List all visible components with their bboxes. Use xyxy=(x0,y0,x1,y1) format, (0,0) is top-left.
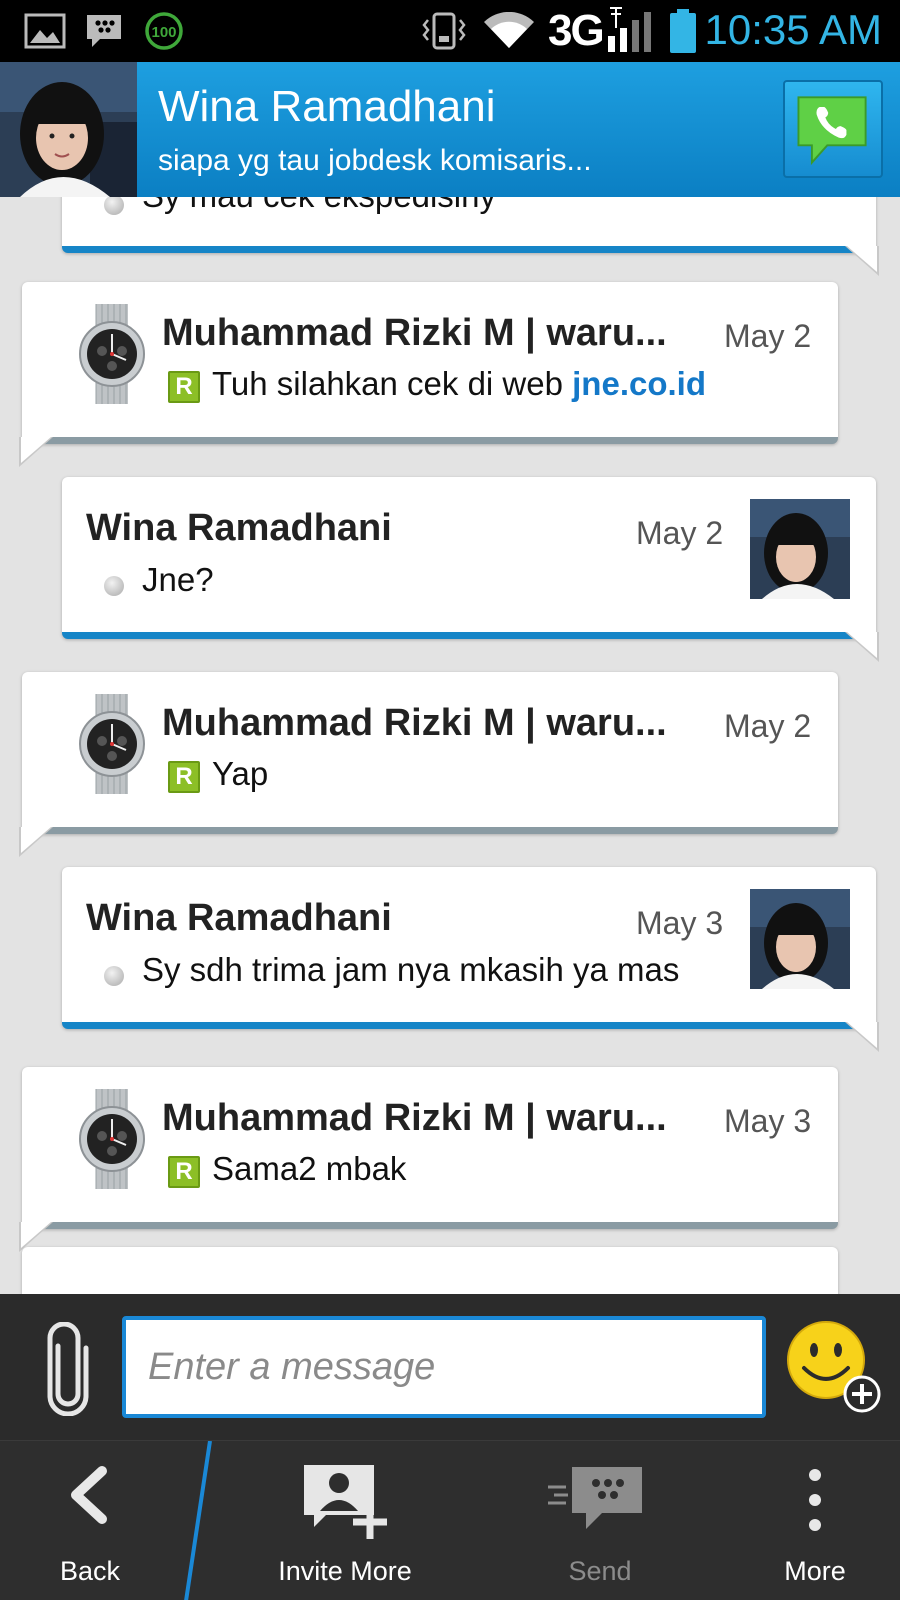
message-bubble[interactable]: Muhammad Rizki M | waru... May 2 R Tuh s… xyxy=(19,282,838,467)
sender-name: Wina Ramadhani xyxy=(86,897,392,939)
bbm-icon xyxy=(87,15,121,47)
message-input[interactable] xyxy=(122,1316,766,1418)
read-status-icon: R xyxy=(168,1156,200,1188)
read-status-icon: R xyxy=(168,371,200,403)
sender-avatar-watch xyxy=(79,304,145,404)
delivered-indicator-icon xyxy=(104,197,124,215)
message-text: Yap xyxy=(212,755,269,792)
battery-saver-icon: 100 xyxy=(145,12,183,50)
message-bubble[interactable]: Muhammad Rizki M | waru... May 2 R Yap xyxy=(19,672,838,857)
invite-more-label: Invite More xyxy=(278,1556,412,1586)
message-date: May 3 xyxy=(636,905,724,941)
status-bar: 100 3G 10:35 AM xyxy=(0,0,900,62)
send-bbm-icon xyxy=(548,1467,642,1529)
voice-call-button[interactable] xyxy=(783,80,883,178)
overflow-menu-icon xyxy=(809,1469,821,1531)
message-bubble[interactable] xyxy=(22,1247,838,1294)
attach-icon[interactable] xyxy=(40,1322,96,1416)
signal-icon xyxy=(608,7,651,52)
message-date: May 2 xyxy=(636,515,724,551)
message-date: May 2 xyxy=(724,318,812,354)
back-button[interactable]: Back xyxy=(0,1441,180,1600)
compose-bar xyxy=(0,1294,900,1440)
sender-name: Muhammad Rizki M | waru... xyxy=(162,1097,667,1139)
sender-name: Wina Ramadhani xyxy=(86,507,392,549)
message-date: May 2 xyxy=(724,708,812,744)
message-text: Jne? xyxy=(142,561,214,598)
action-divider xyxy=(184,1441,212,1600)
message-text: Sy sdh trima jam nya mkasih ya mas xyxy=(142,951,680,988)
network-type: 3G xyxy=(548,6,605,55)
message-bubble[interactable]: Muhammad Rizki M | waru... May 3 R Sama2… xyxy=(19,1067,838,1252)
gallery-icon xyxy=(24,13,66,49)
message-text: Sama2 mbak xyxy=(212,1150,407,1187)
wifi-icon xyxy=(484,12,534,48)
message-text: Sy mau cek ekspedisiny xyxy=(142,197,496,215)
message-list[interactable]: Sy mau cek ekspedisiny Muhammad Rizki M … xyxy=(0,197,900,1294)
sender-name: Muhammad Rizki M | waru... xyxy=(162,702,667,744)
conversation-header[interactable]: Wina Ramadhani siapa yg tau jobdesk komi… xyxy=(0,62,900,197)
contact-avatar[interactable] xyxy=(0,62,137,197)
my-avatar xyxy=(750,889,850,989)
vibrate-icon xyxy=(422,12,466,50)
contact-status-message: siapa yg tau jobdesk komisaris... xyxy=(158,144,592,177)
send-button[interactable]: Send xyxy=(500,1441,700,1600)
delivered-indicator-icon xyxy=(104,576,124,596)
message-link[interactable]: jne.co.id xyxy=(572,365,706,402)
back-arrow-icon xyxy=(71,1466,107,1524)
phone-chat-icon xyxy=(797,96,867,166)
message-bubble[interactable]: Wina Ramadhani May 3 Sy sdh trima jam ny… xyxy=(62,867,879,1052)
delivered-indicator-icon xyxy=(104,966,124,986)
message-text: Tuh silahkan cek di web jne.co.id xyxy=(212,365,706,402)
action-bar: Back Invite More Send More xyxy=(0,1440,900,1600)
sender-avatar-watch xyxy=(79,1089,145,1189)
send-label: Send xyxy=(568,1556,632,1586)
invite-contact-icon xyxy=(304,1465,387,1539)
my-avatar xyxy=(750,499,850,599)
back-label: Back xyxy=(59,1556,121,1586)
sender-name: Muhammad Rizki M | waru... xyxy=(162,312,667,354)
more-button[interactable]: More xyxy=(730,1441,900,1600)
more-label: More xyxy=(784,1556,846,1586)
message-bubble[interactable]: Sy mau cek ekspedisiny xyxy=(62,197,879,276)
battery-icon xyxy=(670,9,696,53)
message-date: May 3 xyxy=(724,1103,812,1139)
sender-avatar-watch xyxy=(79,694,145,794)
invite-more-button[interactable]: Invite More xyxy=(230,1441,460,1600)
contact-name[interactable]: Wina Ramadhani xyxy=(158,82,496,132)
emoticon-add-icon[interactable] xyxy=(786,1320,882,1416)
clock: 10:35 AM xyxy=(704,6,882,53)
svg-text:100: 100 xyxy=(151,24,176,41)
message-bubble[interactable]: Wina Ramadhani May 2 Jne? xyxy=(62,477,879,662)
read-status-icon: R xyxy=(168,761,200,793)
